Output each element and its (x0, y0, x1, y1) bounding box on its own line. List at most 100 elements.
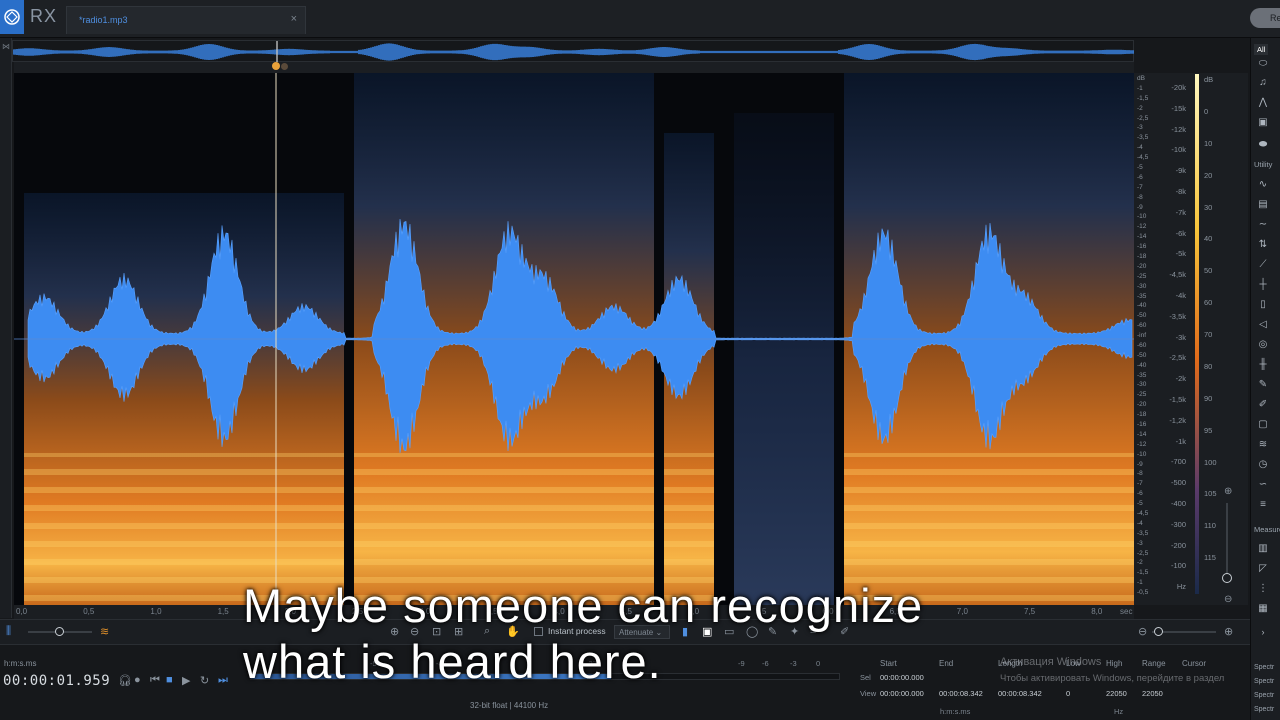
module-icon-gain[interactable]: ⇅ (1256, 239, 1270, 251)
secondary-playhead-handle[interactable] (281, 63, 288, 70)
bit-depth-label: 32-bit float | 44100 Hz (470, 701, 549, 710)
db-tick-label: -16 (1137, 421, 1147, 429)
spectrum-label-3[interactable]: Spectr (1254, 692, 1274, 699)
module-icon-meter[interactable]: ▥ (1256, 543, 1270, 555)
module-icon-ambience[interactable]: ▤ (1256, 199, 1270, 211)
time-readout: 00:00:01.959 (3, 673, 111, 689)
module-icon-waveform[interactable]: ⋀ (1256, 97, 1270, 109)
view-low-value[interactable]: 0 (1066, 689, 1070, 698)
module-icon-eq[interactable]: ∼ (1256, 219, 1270, 231)
db-tick-label: -4 (1137, 519, 1143, 527)
rx-logo-icon[interactable] (0, 0, 24, 34)
module-icon-phase[interactable]: ◎ (1256, 339, 1270, 351)
view-high-value[interactable]: 22050 (1106, 689, 1127, 698)
zoom-out-horizontal-icon[interactable]: ⊖ (1138, 625, 1147, 638)
module-icon-brush[interactable]: ✐ (1256, 399, 1270, 411)
db-tick-label: -4 (1137, 144, 1143, 152)
top-ruler[interactable] (14, 62, 1134, 73)
module-icon-spectral[interactable]: ▣ (1256, 117, 1270, 129)
view-start-value[interactable]: 00:00:00.000 (880, 689, 924, 698)
units-time-label: h:m:s.ms (940, 707, 971, 716)
freq-tick-label: -5k (1175, 249, 1186, 259)
spectrum-label-2[interactable]: Spectr (1254, 678, 1274, 685)
db-tick-label: -3 (1137, 124, 1143, 132)
db-tick-label: -60 (1137, 322, 1147, 330)
module-icon-corner[interactable]: ◸ (1256, 563, 1270, 575)
time-tick-label: 0,5 (83, 607, 95, 616)
db-tick-label: -2 (1137, 104, 1143, 112)
file-tab[interactable]: *radio1.mp3 × (66, 6, 306, 34)
spectrum-label-1[interactable]: Spectr (1254, 664, 1274, 671)
module-icon-mixing[interactable]: ╫ (1256, 359, 1270, 371)
title-bar: RX *radio1.mp3 × Re (0, 0, 1280, 38)
spectrogram-view[interactable] (14, 73, 1134, 605)
overview-waveform[interactable] (12, 40, 1134, 63)
section-measure: Measure (1254, 525, 1280, 534)
zoom-in-vertical-icon[interactable]: ⊕ (1224, 486, 1232, 497)
play-icon[interactable]: ▶ (182, 674, 190, 687)
module-icon-loudness[interactable]: ▯ (1256, 299, 1270, 311)
db-tick-label: -35 (1137, 292, 1147, 300)
vertical-zoom-thumb[interactable] (1222, 573, 1232, 583)
db-tick-label: -7 (1137, 480, 1143, 488)
db-scale-label: 110 (1204, 521, 1216, 531)
color-scale-bar[interactable] (1195, 74, 1199, 594)
module-icon-lines[interactable]: ≡ (1256, 499, 1270, 511)
time-format-selector[interactable]: h:m:s.ms (4, 659, 36, 668)
playhead-handle[interactable] (272, 62, 280, 70)
db-scale-label: 115 (1204, 553, 1216, 563)
module-icon-pen[interactable]: ✎ (1256, 379, 1270, 391)
left-collapse-strip[interactable]: ⋈ (0, 38, 12, 618)
module-icon-fade[interactable]: ⟋ (1256, 259, 1270, 271)
db-tick-label: -3,5 (1137, 529, 1149, 537)
skip-start-icon[interactable]: ⏮︎ (150, 674, 160, 687)
loop-icon[interactable]: ↻ (200, 674, 209, 687)
db-tick-label: -1 (1137, 579, 1143, 587)
view-end-value[interactable]: 00:00:08.342 (939, 689, 983, 698)
db-tick-label: -50 (1137, 351, 1147, 359)
module-icon-clock[interactable]: ◷ (1256, 459, 1270, 471)
vertical-zoom-track[interactable] (1226, 503, 1228, 573)
db-tick-label: -12 (1137, 440, 1147, 448)
db-tick-label: -2,5 (1137, 549, 1149, 557)
module-icon-wave2[interactable]: ≋ (1256, 439, 1270, 451)
section-utility: Utility (1254, 160, 1273, 169)
freq-tick-label: -10k (1171, 145, 1186, 155)
module-icon-voice[interactable]: ⬬ (1256, 139, 1270, 151)
db-tick-label: -18 (1137, 411, 1147, 419)
module-icon-curve[interactable]: ∿ (1256, 179, 1270, 191)
time-tick-label: 1,0 (150, 607, 162, 616)
opacity-slider-thumb[interactable] (55, 627, 64, 636)
stop-icon[interactable]: ■ (166, 674, 173, 686)
db-scale-label: 40 (1204, 234, 1213, 244)
module-icon-split[interactable]: ┼ (1256, 279, 1270, 291)
horizontal-zoom-thumb[interactable] (1154, 627, 1163, 636)
zoom-out-vertical-icon[interactable]: ⊖ (1224, 594, 1232, 605)
chevron-right-icon[interactable]: › (1256, 626, 1270, 638)
record-icon[interactable]: ● (134, 674, 141, 686)
db-tick-label: -inf (1137, 332, 1147, 340)
collapse-icon[interactable]: ⋈ (2, 42, 10, 51)
view-range-value[interactable]: 22050 (1142, 689, 1163, 698)
view-length-value[interactable]: 00:00:08.342 (998, 689, 1042, 698)
close-tab-icon[interactable]: × (291, 13, 297, 25)
tab-all[interactable]: All (1254, 44, 1269, 55)
db-tick-label: -16 (1137, 243, 1147, 251)
zoom-in-horizontal-icon[interactable]: ⊕ (1224, 625, 1233, 638)
module-icon-de-click[interactable]: ⬭ (1256, 58, 1270, 70)
module-icon-tilde[interactable]: ∽ (1256, 479, 1270, 491)
module-icon-speaker[interactable]: ◁ (1256, 319, 1270, 331)
spectrum-label-4[interactable]: Spectr (1254, 706, 1274, 713)
skip-end-icon[interactable]: ⏭︎ (218, 674, 228, 687)
module-icon-grid[interactable]: ▦ (1256, 603, 1270, 615)
module-icon-music[interactable]: ♫ (1256, 77, 1270, 89)
freq-tick-label: -12k (1171, 124, 1186, 134)
spectrogram-toggle-icon[interactable]: ≋ (100, 625, 109, 638)
waveform-toggle-icon[interactable]: ⫼ (6, 625, 11, 638)
headphones-icon[interactable]: 🎧︎ (118, 674, 132, 687)
overview-waveform-path (12, 43, 1134, 61)
db-scale-label: 90 (1204, 393, 1213, 403)
module-icon-dots[interactable]: ⋮ (1256, 583, 1270, 595)
module-icon-square[interactable]: ▢ (1256, 419, 1270, 431)
top-right-button[interactable]: Re (1250, 8, 1280, 28)
